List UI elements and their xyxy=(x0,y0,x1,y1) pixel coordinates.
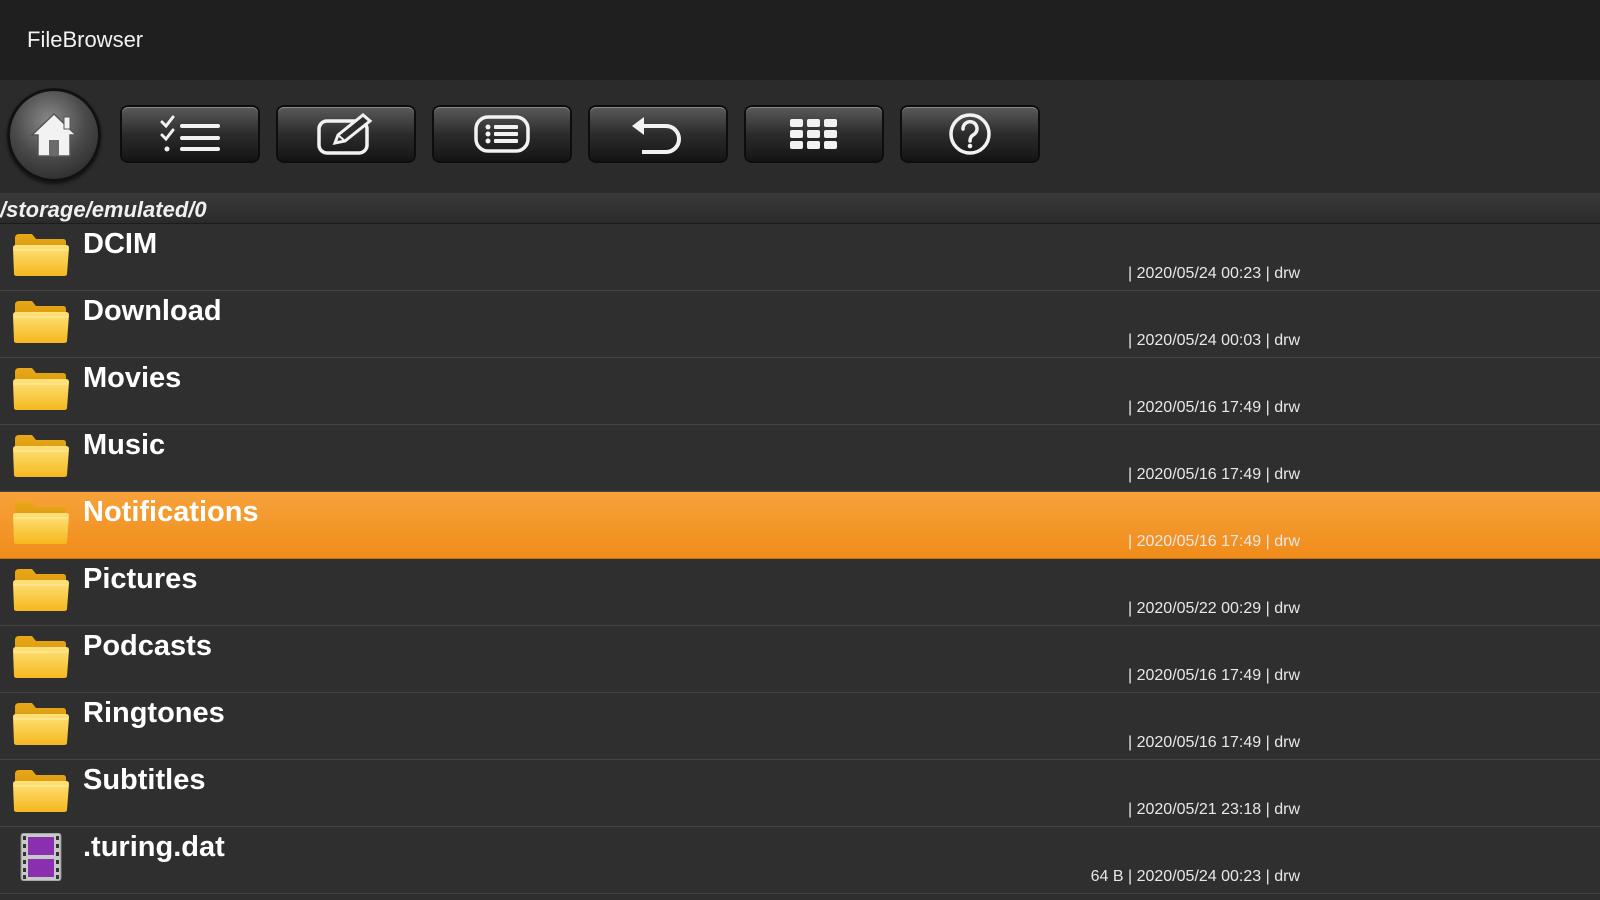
file-name: Music xyxy=(83,429,166,461)
file-row[interactable]: Podcasts | 2020/05/16 17:49 | drw xyxy=(0,626,1600,693)
file-name: Download xyxy=(83,295,222,327)
file-meta: | 2020/05/24 00:03 | drw xyxy=(1128,332,1300,349)
edit-icon xyxy=(317,113,373,155)
home-icon xyxy=(30,112,78,157)
file-row[interactable]: Ringtones | 2020/05/16 17:49 | drw xyxy=(0,693,1600,760)
folder-icon xyxy=(12,498,70,546)
file-meta: | 2020/05/16 17:49 | drw xyxy=(1128,734,1300,751)
file-name: .turing.dat xyxy=(83,831,225,863)
file-meta: | 2020/05/22 00:29 | drw xyxy=(1128,600,1300,617)
file-name: Pictures xyxy=(83,563,198,595)
file-row[interactable]: Download | 2020/05/24 00:03 | drw xyxy=(0,291,1600,358)
video-file-icon xyxy=(12,832,70,882)
folder-icon xyxy=(12,230,70,278)
file-row[interactable]: Pictures | 2020/05/22 00:29 | drw xyxy=(0,559,1600,626)
list-view-button[interactable] xyxy=(434,107,570,161)
file-meta: | 2020/05/16 17:49 | drw xyxy=(1128,399,1300,416)
checklist-icon xyxy=(160,115,220,152)
folder-icon xyxy=(12,297,70,345)
file-meta: | 2020/05/16 17:49 | drw xyxy=(1128,466,1300,483)
file-name: Notifications xyxy=(83,496,259,528)
folder-icon xyxy=(12,431,70,479)
home-button[interactable] xyxy=(7,88,101,182)
help-icon xyxy=(949,113,991,155)
undo-icon xyxy=(632,117,681,154)
file-row[interactable]: Subtitles | 2020/05/21 23:18 | drw xyxy=(0,760,1600,827)
folder-icon xyxy=(12,565,70,613)
file-name: Podcasts xyxy=(83,630,212,662)
app-title: FileBrowser xyxy=(27,27,144,52)
file-name: Movies xyxy=(83,362,182,394)
file-row[interactable]: .turing.dat 64 B | 2020/05/24 00:23 | drw xyxy=(0,827,1600,894)
folder-icon xyxy=(12,364,70,412)
edit-button[interactable] xyxy=(278,107,414,161)
file-row[interactable]: DCIM | 2020/05/24 00:23 | drw xyxy=(0,224,1600,291)
file-name: DCIM xyxy=(83,228,158,260)
file-meta: | 2020/05/16 17:49 | drw xyxy=(1128,667,1300,684)
folder-icon xyxy=(12,632,70,680)
file-meta: | 2020/05/24 00:23 | drw xyxy=(1128,265,1300,282)
file-row[interactable]: Movies | 2020/05/16 17:49 | drw xyxy=(0,358,1600,425)
toolbar xyxy=(0,80,1600,193)
file-meta: | 2020/05/16 17:49 | drw xyxy=(1128,533,1300,550)
current-path: /storage/emulated/0 xyxy=(0,197,207,222)
file-meta: 64 B | 2020/05/24 00:23 | drw xyxy=(1090,868,1300,885)
multi-select-button[interactable] xyxy=(122,107,258,161)
help-button[interactable] xyxy=(902,107,1038,161)
folder-icon xyxy=(12,766,70,814)
title-bar: FileBrowser xyxy=(0,0,1600,80)
grid-view-button[interactable] xyxy=(746,107,882,161)
file-list: DCIM | 2020/05/24 00:23 | drw Download | 20… xyxy=(0,224,1600,900)
back-button[interactable] xyxy=(590,107,726,161)
file-name: Ringtones xyxy=(83,697,225,729)
file-row[interactable]: Music | 2020/05/16 17:49 | drw xyxy=(0,425,1600,492)
file-name: Subtitles xyxy=(83,764,206,796)
grid-icon xyxy=(790,119,837,149)
file-row[interactable]: Notifications | 2020/05/16 17:49 | drw xyxy=(0,492,1600,559)
folder-icon xyxy=(12,699,70,747)
file-meta: | 2020/05/21 23:18 | drw xyxy=(1128,801,1300,818)
list-icon xyxy=(474,115,530,153)
path-bar: /storage/emulated/0 xyxy=(0,193,1600,224)
